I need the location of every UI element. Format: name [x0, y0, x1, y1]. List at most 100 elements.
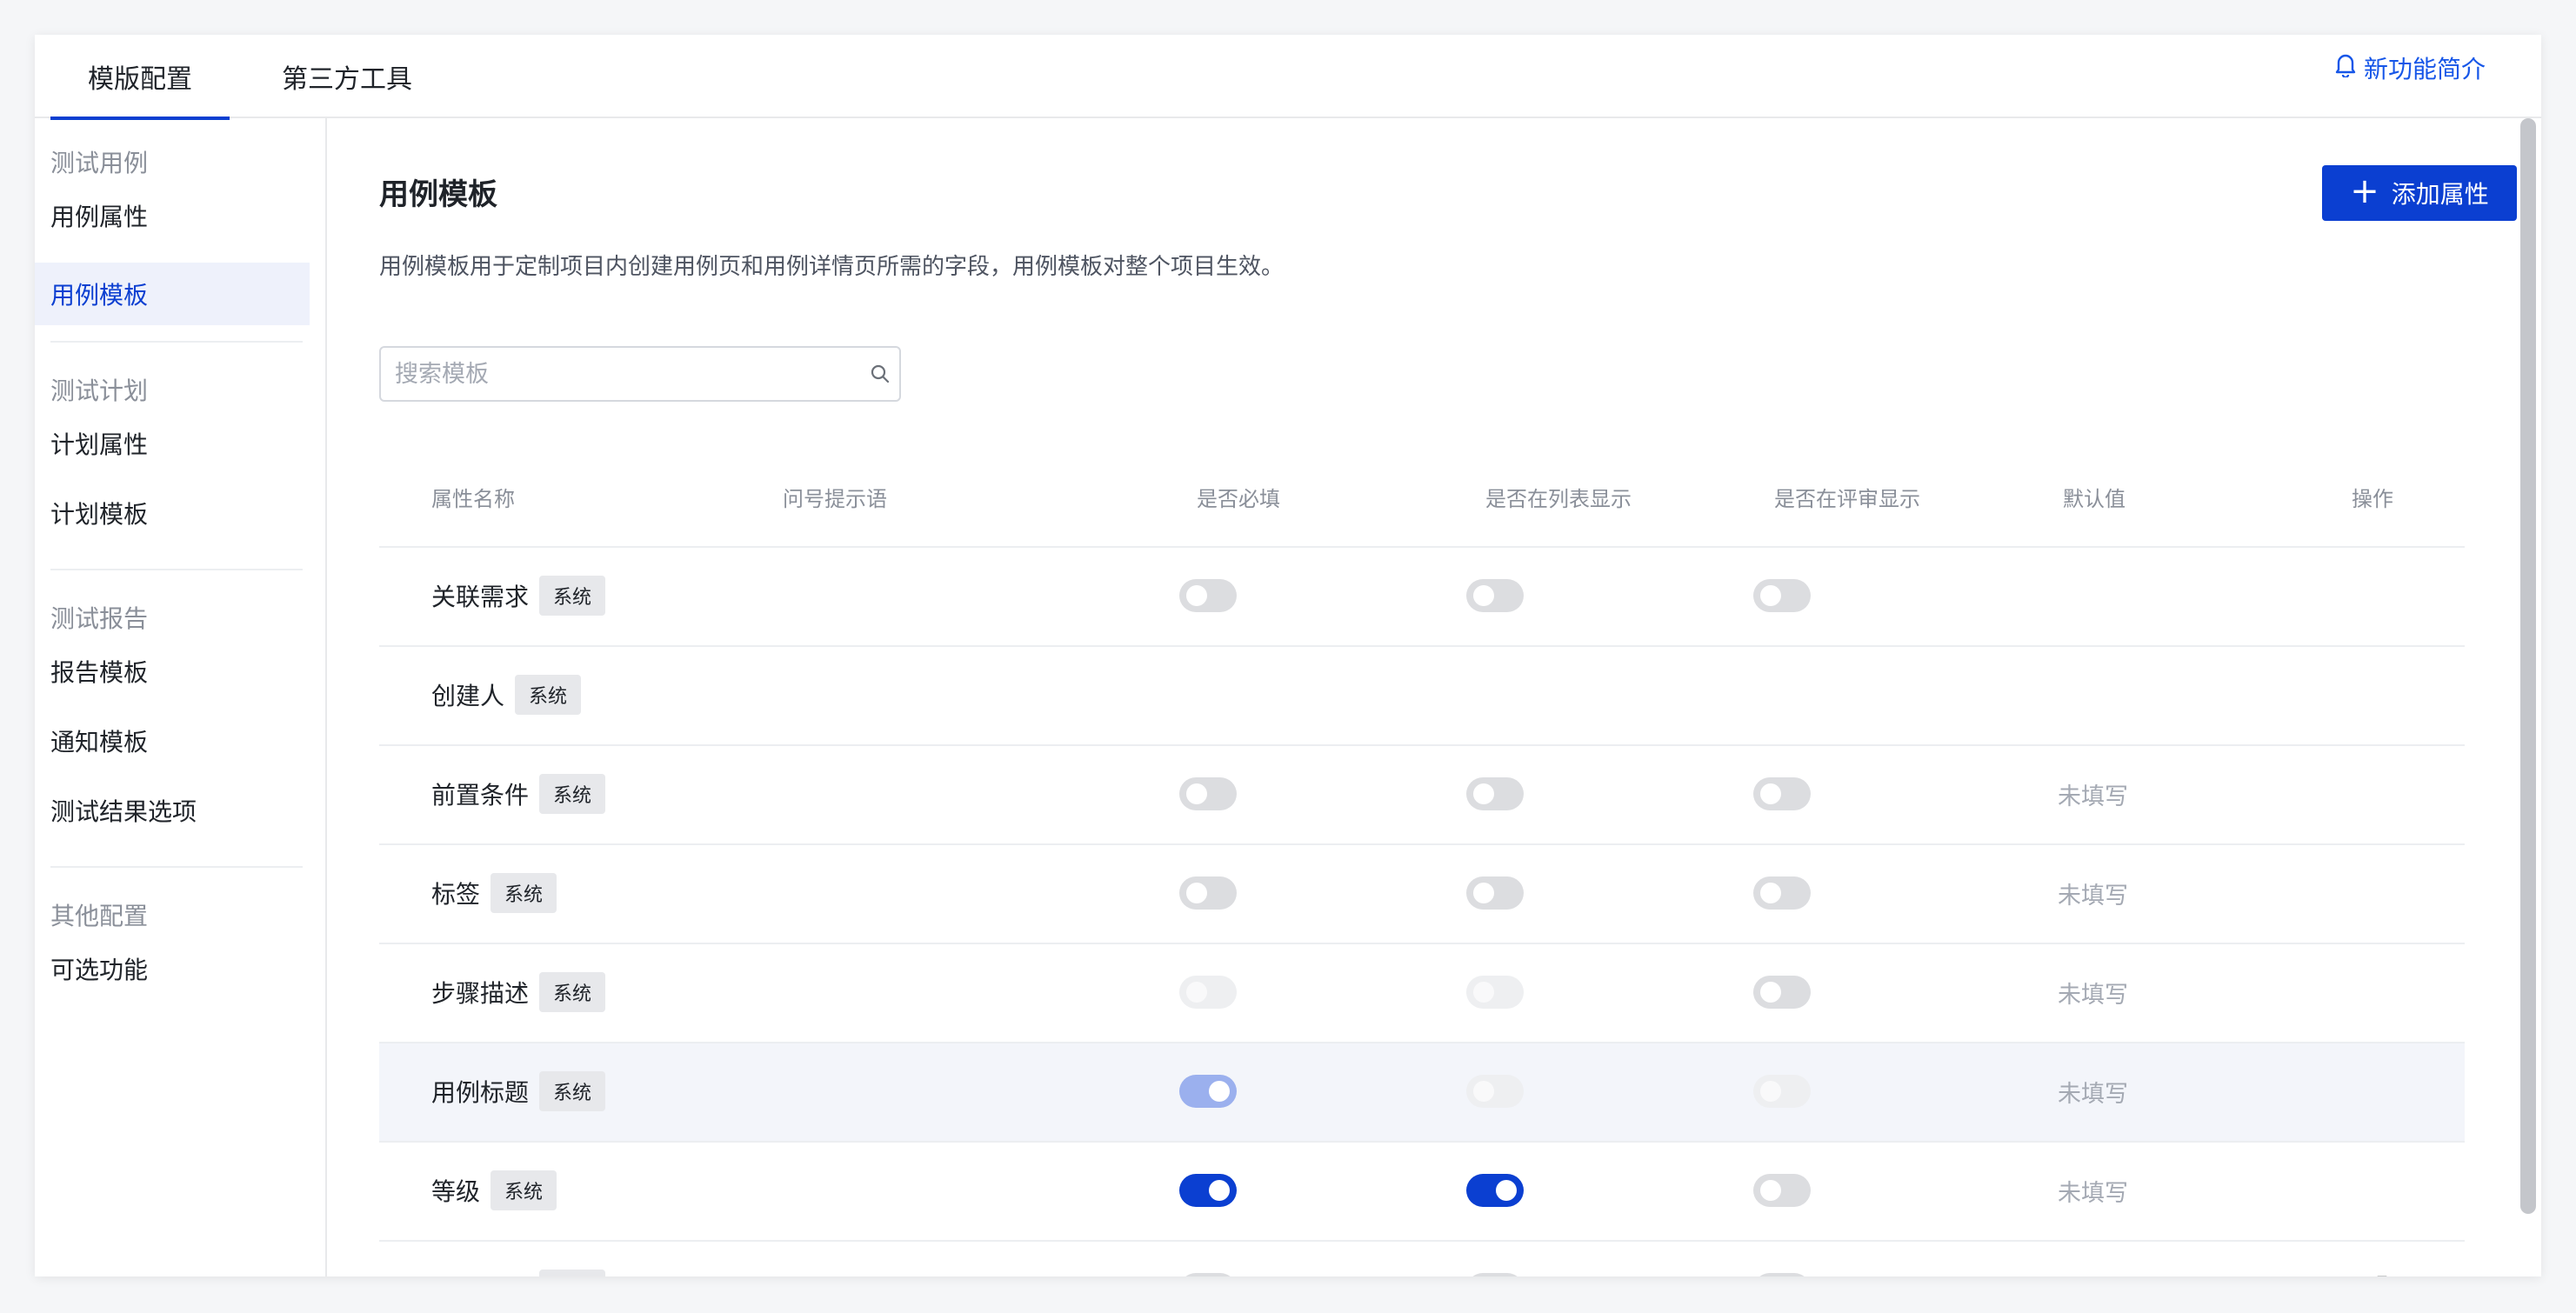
required-toggle-cell: [1179, 1242, 1237, 1276]
show-in-review-toggle[interactable]: [1753, 1174, 1811, 1207]
show-in-review-toggle[interactable]: [1753, 1273, 1811, 1276]
show-in-list-toggle[interactable]: [1466, 777, 1524, 810]
attr-name-cell: 用例标题 系统: [431, 1043, 606, 1139]
sidebar-group-title: 其他配置: [50, 902, 149, 930]
show-in-list-toggle-cell: [1466, 1043, 1524, 1139]
ops-cell: [2371, 1242, 2393, 1276]
sidebar-item-plan-attributes[interactable]: 计划属性: [35, 412, 310, 475]
header-name: 属性名称: [431, 486, 515, 511]
default-value-cell: 未填写: [2058, 944, 2128, 1040]
attr-name-cell: 创建人 系统: [431, 647, 582, 743]
sidebar-item-optional-features[interactable]: 可选功能: [35, 937, 310, 1000]
tab-template-config[interactable]: 模版配置: [50, 35, 230, 120]
attr-name: 评估工时: [431, 1272, 529, 1276]
default-value-cell: 未填写: [2058, 1143, 2128, 1238]
table-body: 关联需求 系统 创建人 系统 前置条件 系统 未填写 标签 系统 未填写 步骤描述 系统 未填写 用例标题…: [379, 548, 2465, 1276]
attr-name: 用例标题: [431, 1078, 530, 1107]
sidebar-group-title: 测试报告: [50, 604, 149, 633]
show-in-list-toggle[interactable]: [1466, 876, 1524, 910]
sidebar-item-notify-template[interactable]: 通知模板: [35, 710, 310, 772]
system-badge: 系统: [539, 1071, 606, 1111]
system-badge: 系统: [539, 972, 606, 1012]
default-value: 未填写: [2058, 783, 2128, 810]
show-in-review-toggle[interactable]: [1753, 876, 1811, 910]
whats-new-link[interactable]: 新功能简介: [2334, 35, 2486, 101]
sidebar: 测试用例 用例属性 用例模板 测试计划 计划属性 计划模板 测试报告 报告模板 …: [35, 118, 327, 1276]
whats-new-label: 新功能简介: [2363, 55, 2486, 83]
tab-third-party-tools[interactable]: 第三方工具: [257, 35, 437, 118]
sidebar-group-title: 测试计划: [50, 377, 149, 405]
header-required: 是否必填: [1197, 486, 1280, 511]
table-row: 等级 系统 未填写: [379, 1143, 2465, 1242]
add-attribute-button[interactable]: + 添加属性: [2322, 165, 2517, 221]
app-window: 模版配置 第三方工具 新功能简介 测试用例 用例属性 用例模板 测试计划 计划属…: [35, 35, 2541, 1276]
required-toggle-cell: [1179, 746, 1237, 842]
sidebar-item-report-template[interactable]: 报告模板: [35, 640, 310, 703]
show-in-review-toggle-cell: [1753, 1143, 1811, 1238]
show-in-list-toggle-cell: [1466, 548, 1524, 643]
default-value-cell: 未填写: [2058, 1242, 2128, 1276]
header-in-review: 是否在评审显示: [1774, 486, 1920, 511]
search-input[interactable]: [381, 347, 861, 401]
system-badge: 系统: [491, 1170, 557, 1210]
system-badge: 系统: [515, 675, 582, 715]
sidebar-item-result-options[interactable]: 测试结果选项: [35, 779, 310, 842]
table-row: 标签 系统 未填写: [379, 845, 2465, 944]
attr-name: 关联需求: [431, 583, 530, 611]
table-row: 创建人 系统: [379, 647, 2465, 746]
required-toggle[interactable]: [1179, 579, 1237, 612]
attr-name: 前置条件: [431, 781, 530, 810]
page-title: 用例模板: [379, 177, 497, 212]
page-description: 用例模板用于定制项目内创建用例页和用例详情页所需的字段，用例模板对整个项目生效。: [379, 254, 1285, 280]
required-toggle[interactable]: [1179, 1174, 1237, 1207]
required-toggle-cell: [1179, 944, 1237, 1040]
required-toggle-cell: [1179, 1143, 1237, 1238]
trash-icon[interactable]: [2371, 1275, 2393, 1276]
scrollbar[interactable]: [2520, 118, 2536, 1214]
sidebar-item-plan-template[interactable]: 计划模板: [35, 482, 310, 544]
default-value-cell: 未填写: [2058, 746, 2128, 842]
header-hint: 问号提示语: [783, 486, 887, 511]
default-value-cell: 未填写: [2058, 1043, 2128, 1139]
show-in-review-toggle[interactable]: [1753, 777, 1811, 810]
header-default: 默认值: [2063, 486, 2126, 511]
default-value-cell: 未填写: [2058, 845, 2128, 941]
show-in-list-toggle[interactable]: [1466, 1174, 1524, 1207]
attr-name-cell: 标签 系统: [431, 845, 557, 941]
show-in-review-toggle-cell: [1753, 944, 1811, 1040]
default-value: 未填写: [2058, 1179, 2128, 1207]
attr-name-cell: 步骤描述 系统: [431, 944, 606, 1040]
show-in-review-toggle[interactable]: [1753, 579, 1811, 612]
table-row: 关联需求 系统: [379, 548, 2465, 647]
sidebar-divider: [50, 866, 303, 868]
show-in-list-toggle[interactable]: [1466, 1273, 1524, 1276]
required-toggle[interactable]: [1179, 777, 1237, 810]
search-icon[interactable]: [861, 363, 899, 384]
required-toggle: [1179, 1075, 1237, 1108]
show-in-review-toggle: [1753, 1075, 1811, 1108]
attr-name-cell: 关联需求 系统: [431, 548, 606, 643]
system-badge: 系统: [539, 774, 606, 814]
show-in-list-toggle-cell: [1466, 845, 1524, 941]
show-in-list-toggle-cell: [1466, 1143, 1524, 1238]
show-in-list-toggle: [1466, 976, 1524, 1009]
table-row: 前置条件 系统 未填写: [379, 746, 2465, 845]
default-value: 未填写: [2058, 1273, 2128, 1277]
show-in-list-toggle-cell: [1466, 944, 1524, 1040]
show-in-review-toggle-cell: [1753, 1043, 1811, 1139]
show-in-list-toggle-cell: [1466, 746, 1524, 842]
sidebar-item-case-attributes[interactable]: 用例属性: [35, 184, 310, 247]
header-ops: 操作: [2352, 486, 2393, 511]
required-toggle[interactable]: [1179, 876, 1237, 910]
attr-name: 创建人: [431, 682, 505, 710]
table-row: 步骤描述 系统 未填写: [379, 944, 2465, 1043]
show-in-review-toggle[interactable]: [1753, 976, 1811, 1009]
table-header: 属性名称 问号提示语 是否必填 是否在列表显示 是否在评审显示 默认值 操作: [379, 449, 2465, 548]
required-toggle-cell: [1179, 1043, 1237, 1139]
required-toggle[interactable]: [1179, 1273, 1237, 1276]
show-in-list-toggle[interactable]: [1466, 579, 1524, 612]
top-nav: 模版配置 第三方工具 新功能简介: [35, 35, 2541, 120]
sidebar-item-case-template[interactable]: 用例模板: [35, 263, 310, 325]
sidebar-divider: [50, 341, 303, 343]
show-in-review-toggle-cell: [1753, 746, 1811, 842]
